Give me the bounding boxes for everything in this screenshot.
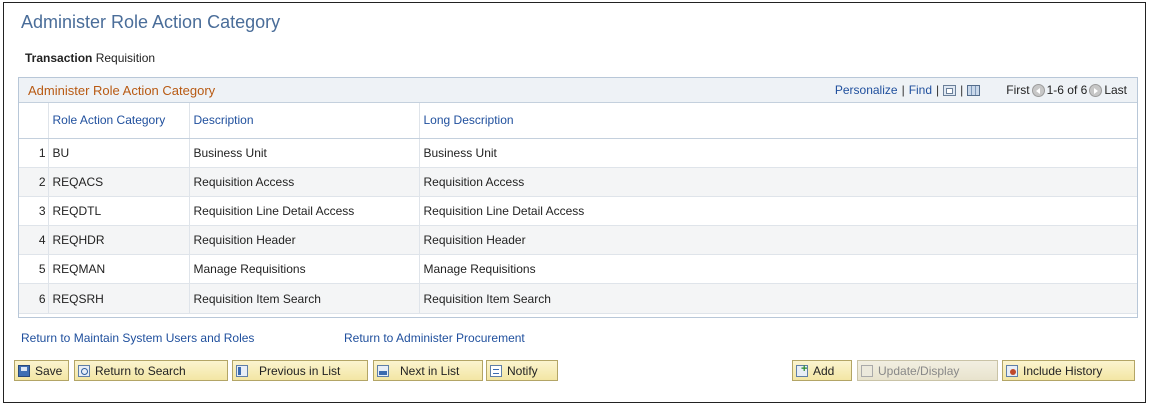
grid-navigation: Personalize | Find | | First 1-6 of 6 La… xyxy=(835,83,1127,97)
transaction-label: Transaction xyxy=(25,51,93,65)
return-to-procurement-link[interactable]: Return to Administer Procurement xyxy=(344,331,525,345)
add-label: Add xyxy=(813,363,835,378)
next-row-icon[interactable] xyxy=(1089,83,1103,97)
grid-header: Administer Role Action Category Personal… xyxy=(19,78,1137,103)
next-in-list-button[interactable]: Next in List xyxy=(373,360,483,381)
table-row: 6 REQSRH Requisition Item Search Requisi… xyxy=(19,283,1137,314)
page-title: Administer Role Action Category xyxy=(21,12,281,32)
update-display-button[interactable]: Update/Display xyxy=(857,360,998,381)
row-number: 4 xyxy=(19,225,48,256)
cell-category: BU xyxy=(47,138,189,168)
cell-long-description: Business Unit xyxy=(418,138,1137,168)
download-spreadsheet-icon[interactable] xyxy=(967,84,981,96)
return-to-search-button[interactable]: Return to Search xyxy=(74,360,228,381)
save-icon xyxy=(18,364,30,377)
notify-label: Notify xyxy=(507,363,538,378)
table-row: 4 REQHDR Requisition Header Requisition … xyxy=(19,225,1137,256)
row-number: 2 xyxy=(19,167,48,197)
save-label: Save xyxy=(35,363,63,378)
cell-category: REQSRH xyxy=(47,283,189,314)
add-icon xyxy=(796,363,808,377)
update-icon xyxy=(861,364,873,377)
previous-label: Previous in List xyxy=(259,363,341,378)
column-header-description[interactable]: Description xyxy=(188,103,419,139)
add-button[interactable]: Add xyxy=(792,360,852,381)
next-label: Next in List xyxy=(400,363,460,378)
previous-row-icon[interactable] xyxy=(1031,83,1045,97)
cell-category: REQHDR xyxy=(47,225,189,256)
personalize-link[interactable]: Personalize xyxy=(835,83,898,97)
row-number: 1 xyxy=(19,138,48,168)
search-icon xyxy=(78,364,90,377)
data-table: Role Action Category Description Long De… xyxy=(19,103,1137,314)
cell-description: Requisition Header xyxy=(188,225,419,256)
row-number-header xyxy=(19,103,48,139)
update-label: Update/Display xyxy=(878,363,960,378)
transaction-row: Transaction Requisition xyxy=(25,51,155,65)
history-label: Include History xyxy=(1023,363,1103,378)
cell-long-description: Manage Requisitions xyxy=(418,254,1137,285)
find-link[interactable]: Find xyxy=(909,83,932,97)
return-to-search-label: Return to Search xyxy=(95,363,186,378)
cell-long-description: Requisition Item Search xyxy=(418,283,1137,314)
cell-description: Requisition Item Search xyxy=(188,283,419,314)
next-icon xyxy=(377,364,389,377)
table-row: 2 REQACS Requisition Access Requisition … xyxy=(19,167,1137,197)
separator: | xyxy=(936,83,940,97)
notify-icon xyxy=(490,364,502,377)
cell-category: REQACS xyxy=(47,167,189,197)
save-button[interactable]: Save xyxy=(14,360,69,381)
transaction-value: Requisition xyxy=(95,51,156,65)
cell-long-description: Requisition Header xyxy=(418,225,1137,256)
cell-category: REQMAN xyxy=(47,254,189,285)
cell-long-description: Requisition Line Detail Access xyxy=(418,196,1137,227)
view-all-icon[interactable] xyxy=(943,84,957,96)
table-row: 5 REQMAN Manage Requisitions Manage Requ… xyxy=(19,254,1137,285)
page-toolbar: Save Return to Search Previous in List N… xyxy=(14,360,1135,382)
column-header-long-description[interactable]: Long Description xyxy=(418,103,1137,139)
row-number: 5 xyxy=(19,254,48,285)
notify-button[interactable]: Notify xyxy=(486,360,558,381)
return-to-users-link[interactable]: Return to Maintain System Users and Role… xyxy=(21,331,254,345)
cell-description: Manage Requisitions xyxy=(188,254,419,285)
cell-description: Business Unit xyxy=(188,138,419,168)
grid-title: Administer Role Action Category xyxy=(28,83,216,98)
row-number: 6 xyxy=(19,283,48,314)
history-icon xyxy=(1006,364,1018,377)
cell-description: Requisition Access xyxy=(188,167,419,197)
separator: | xyxy=(901,83,905,97)
cell-category: REQDTL xyxy=(47,196,189,227)
table-row: 3 REQDTL Requisition Line Detail Access … xyxy=(19,196,1137,227)
column-header-category[interactable]: Role Action Category xyxy=(47,103,189,139)
previous-in-list-button[interactable]: Previous in List xyxy=(232,360,368,381)
include-history-button[interactable]: Include History xyxy=(1002,360,1135,381)
cell-description: Requisition Line Detail Access xyxy=(188,196,419,227)
table-header-row: Role Action Category Description Long De… xyxy=(19,103,1137,139)
row-number: 3 xyxy=(19,196,48,227)
table-row: 1 BU Business Unit Business Unit xyxy=(19,138,1137,168)
first-link[interactable]: First xyxy=(1006,83,1029,97)
role-action-category-grid: Administer Role Action Category Personal… xyxy=(18,77,1138,318)
previous-icon xyxy=(236,364,248,377)
last-link[interactable]: Last xyxy=(1104,83,1127,97)
row-range: 1-6 of 6 xyxy=(1046,83,1088,97)
cell-long-description: Requisition Access xyxy=(418,167,1137,197)
separator: | xyxy=(960,83,964,97)
return-links: Return to Maintain System Users and Role… xyxy=(21,331,525,345)
